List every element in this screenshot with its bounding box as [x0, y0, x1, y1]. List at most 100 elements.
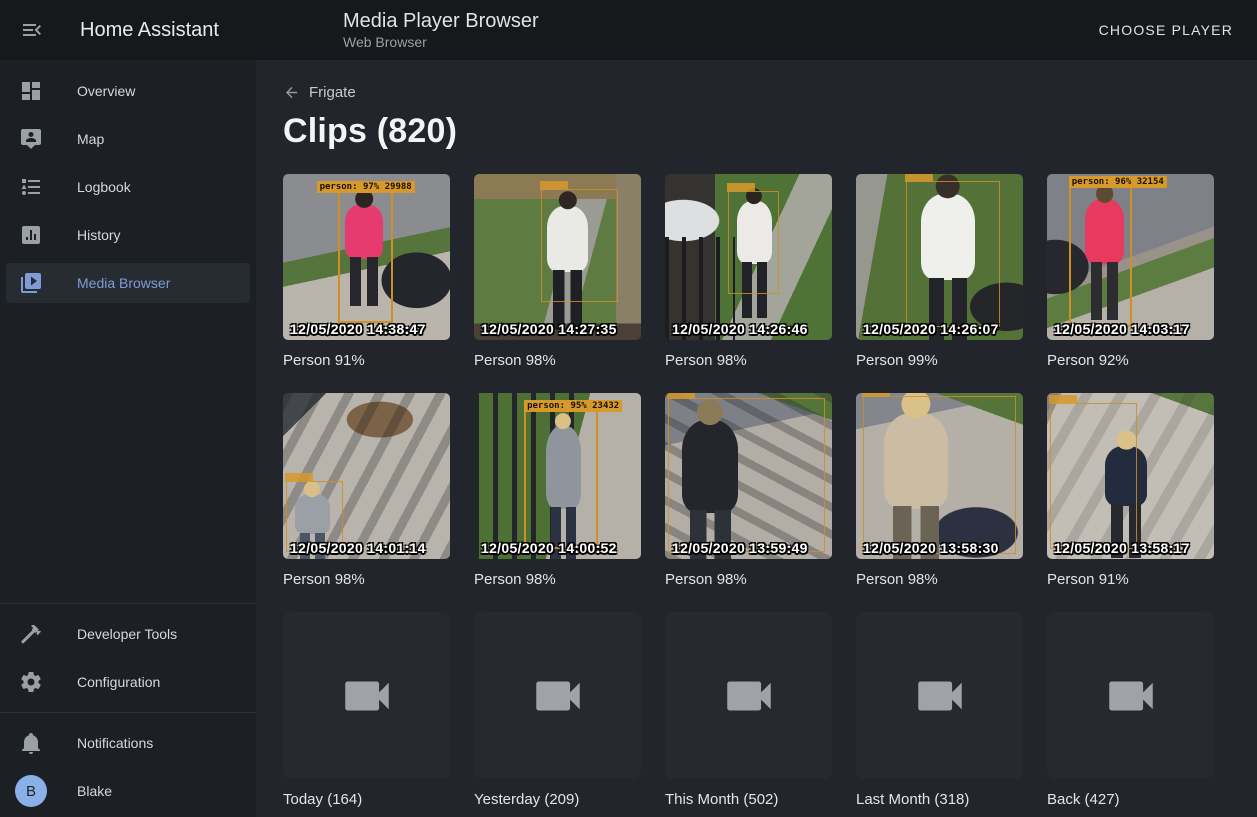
folder-label: Back (427)	[1047, 791, 1214, 808]
clip-label: Person 91%	[283, 352, 450, 369]
folder-thumbnail	[283, 612, 450, 779]
page-header-subtitle: Web Browser	[343, 33, 539, 51]
timestamp-overlay: 12/05/2020 14:38:47	[290, 321, 426, 337]
timestamp-overlay: 12/05/2020 14:01:14	[290, 540, 426, 556]
sidebar-item-profile[interactable]: B Blake	[0, 767, 256, 815]
folder-card[interactable]: Today (164)	[283, 612, 450, 808]
avatar: B	[15, 775, 47, 807]
folder-card[interactable]: This Month (502)	[665, 612, 832, 808]
folder-thumbnail	[1047, 612, 1214, 779]
video-camera-icon	[911, 667, 969, 725]
timestamp-overlay: 12/05/2020 14:03:17	[1054, 321, 1190, 337]
clip-card[interactable]: person: 96% 32154 12/05/2020 14:03:17 Pe…	[1047, 174, 1214, 369]
detection-box: person: 97% 29988	[338, 191, 393, 324]
detection-label	[667, 393, 695, 399]
sidebar-bottom: Notifications B Blake	[0, 719, 256, 817]
detection-label	[905, 174, 933, 182]
dashboard-icon	[19, 79, 43, 103]
arrow-left-icon	[283, 84, 300, 101]
timestamp-overlay: 12/05/2020 14:27:35	[481, 321, 617, 337]
detection-box	[728, 191, 778, 294]
sidebar-item-logbook[interactable]: Logbook	[0, 163, 256, 211]
detection-label: person: 96% 32154	[1069, 176, 1167, 188]
timestamp-overlay: 12/05/2020 14:26:46	[672, 321, 808, 337]
page-title: Clips (820)	[283, 112, 1257, 151]
sidebar-spacer	[0, 307, 256, 597]
detection-label	[727, 183, 755, 192]
timestamp-overlay: 12/05/2020 13:59:49	[672, 540, 808, 556]
sidebar-item-history[interactable]: History	[0, 211, 256, 259]
sidebar-item-label: Configuration	[77, 674, 160, 690]
sidebar-item-notifications[interactable]: Notifications	[0, 719, 256, 767]
video-camera-icon	[529, 667, 587, 725]
detection-label	[285, 473, 313, 482]
clip-thumbnail: 12/05/2020 13:58:30	[856, 393, 1023, 559]
clip-card[interactable]: person: 95% 23432 12/05/2020 14:00:52 Pe…	[474, 393, 641, 588]
folder-thumbnail	[474, 612, 641, 779]
clip-thumbnail: person: 96% 32154 12/05/2020 14:03:17	[1047, 174, 1214, 340]
detection-box: person: 95% 23432	[524, 410, 597, 549]
content: Frigate Clips (820) person: 97% 29988 12…	[256, 60, 1257, 817]
detection-label	[540, 181, 568, 190]
clip-label: Person 98%	[474, 352, 641, 369]
app-title: Home Assistant	[80, 19, 219, 42]
sidebar-item-label: Developer Tools	[77, 626, 177, 642]
clip-card[interactable]: 12/05/2020 14:26:46 Person 98%	[665, 174, 832, 369]
clip-label: Person 91%	[1047, 571, 1214, 588]
timestamp-overlay: 12/05/2020 13:58:17	[1054, 540, 1190, 556]
clip-thumbnail: person: 95% 23432 12/05/2020 14:00:52	[474, 393, 641, 559]
main-area: Media Player Browser Web Browser CHOOSE …	[256, 0, 1257, 817]
clip-label: Person 98%	[665, 352, 832, 369]
sidebar-item-label: Overview	[77, 83, 135, 99]
menu-open-icon[interactable]	[20, 18, 44, 42]
clip-label: Person 98%	[856, 571, 1023, 588]
clip-card[interactable]: 12/05/2020 13:58:17 Person 91%	[1047, 393, 1214, 588]
clip-thumbnail: 12/05/2020 14:26:46	[665, 174, 832, 340]
chart-box-icon	[19, 223, 43, 247]
app-bar: Media Player Browser Web Browser CHOOSE …	[256, 0, 1257, 60]
sidebar-item-map[interactable]: Map	[0, 115, 256, 163]
clip-card[interactable]: 12/05/2020 14:27:35 Person 98%	[474, 174, 641, 369]
sidebar-item-label: Map	[77, 131, 104, 147]
gear-icon	[19, 670, 43, 694]
sidebar-item-configuration[interactable]: Configuration	[0, 658, 256, 706]
sidebar-item-overview[interactable]: Overview	[0, 67, 256, 115]
clip-thumbnail: 12/05/2020 14:27:35	[474, 174, 641, 340]
sidebar: Home Assistant Overview Map Logbook Hist…	[0, 0, 256, 817]
folder-thumbnail	[665, 612, 832, 779]
timestamp-overlay: 12/05/2020 13:58:30	[863, 540, 999, 556]
folder-label: Last Month (318)	[856, 791, 1023, 808]
choose-player-button[interactable]: CHOOSE PLAYER	[1089, 14, 1243, 46]
folder-card[interactable]: Back (427)	[1047, 612, 1214, 808]
detection-label	[1049, 395, 1077, 404]
page-header-title: Media Player Browser	[343, 9, 539, 33]
sidebar-item-media-browser[interactable]: Media Browser	[6, 263, 250, 303]
clip-card[interactable]: 12/05/2020 13:59:49 Person 98%	[665, 393, 832, 588]
sidebar-header: Home Assistant	[0, 0, 256, 60]
folder-card[interactable]: Yesterday (209)	[474, 612, 641, 808]
sidebar-item-developer-tools[interactable]: Developer Tools	[0, 610, 256, 658]
clip-thumbnail: 12/05/2020 14:26:07	[856, 174, 1023, 340]
hammer-icon	[19, 622, 43, 646]
folder-card[interactable]: Last Month (318)	[856, 612, 1023, 808]
breadcrumb-label: Frigate	[309, 84, 356, 101]
timestamp-overlay: 12/05/2020 14:00:52	[481, 540, 617, 556]
breadcrumb-back[interactable]: Frigate	[283, 84, 356, 101]
clip-thumbnail: 12/05/2020 14:01:14	[283, 393, 450, 559]
clip-label: Person 92%	[1047, 352, 1214, 369]
clip-card[interactable]: person: 97% 29988 12/05/2020 14:38:47 Pe…	[283, 174, 450, 369]
detection-box	[668, 398, 825, 552]
clip-card[interactable]: 12/05/2020 14:26:07 Person 99%	[856, 174, 1023, 369]
clip-label: Person 99%	[856, 352, 1023, 369]
clip-card[interactable]: 12/05/2020 14:01:14 Person 98%	[283, 393, 450, 588]
play-box-multiple-icon	[19, 271, 43, 295]
clip-card[interactable]: 12/05/2020 13:58:30 Person 98%	[856, 393, 1023, 588]
detection-box	[906, 181, 1000, 327]
sidebar-divider	[0, 603, 256, 604]
video-camera-icon	[1102, 667, 1160, 725]
media-grid: person: 97% 29988 12/05/2020 14:38:47 Pe…	[283, 174, 1257, 808]
clip-label: Person 98%	[283, 571, 450, 588]
sidebar-divider	[0, 712, 256, 713]
folder-label: Today (164)	[283, 791, 450, 808]
detection-box	[1050, 403, 1137, 549]
